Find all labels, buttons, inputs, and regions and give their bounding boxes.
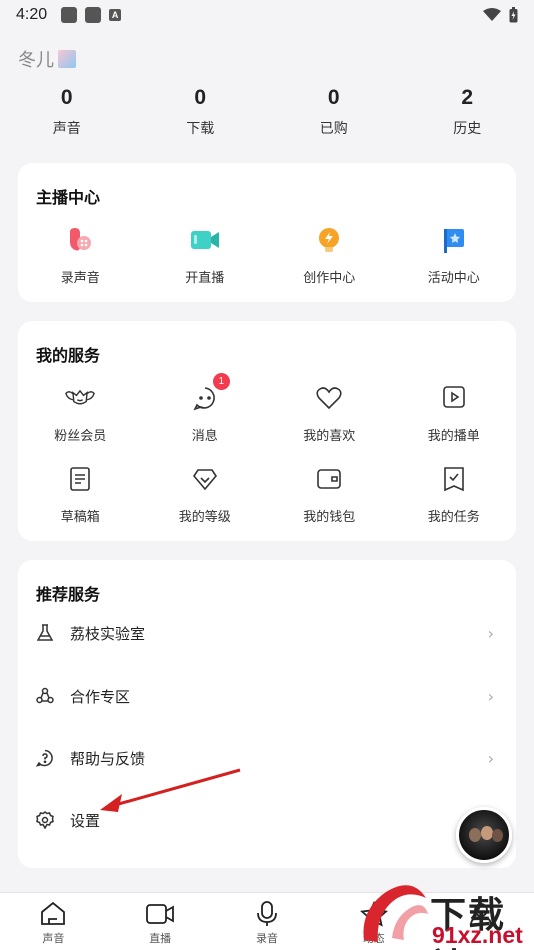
status-bar: 4:20 A bbox=[0, 0, 534, 30]
user-badge-icon bbox=[58, 50, 76, 68]
video-icon bbox=[146, 904, 175, 924]
nav-sounds[interactable]: 声音 bbox=[0, 893, 107, 950]
my-level-button[interactable]: 我的等级 bbox=[143, 464, 268, 525]
watermark-url: 91xz.net bbox=[432, 922, 523, 948]
my-playlist-button[interactable]: 我的播单 bbox=[392, 383, 517, 444]
draft-icon bbox=[65, 464, 95, 494]
nav-label: 直播 bbox=[149, 932, 172, 945]
recommended-services-title: 推荐服务 bbox=[36, 585, 101, 604]
chevron-right-icon: › bbox=[487, 623, 494, 643]
my-tasks-button[interactable]: 我的任务 bbox=[392, 464, 517, 525]
chevron-right-icon: › bbox=[487, 748, 494, 768]
bulb-icon bbox=[314, 225, 344, 255]
diamond-icon bbox=[190, 464, 220, 494]
flag-icon bbox=[439, 225, 469, 255]
live-camera-icon bbox=[190, 225, 220, 255]
activity-center-label: 活动中心 bbox=[427, 271, 480, 286]
heart-icon bbox=[314, 383, 344, 413]
stat-label: 已购 bbox=[319, 121, 348, 137]
my-services-card: 我的服务 粉丝会员 1 消息 我的喜欢 我的播单 草稿箱 我的等级 我的钱包 我… bbox=[18, 321, 516, 541]
stat-history[interactable]: 2 历史 bbox=[401, 86, 534, 138]
stat-downloads[interactable]: 0 下载 bbox=[134, 86, 268, 138]
my-tasks-label: 我的任务 bbox=[427, 510, 480, 525]
user-name[interactable]: 冬儿 bbox=[18, 46, 76, 72]
fan-membership-label: 粉丝会员 bbox=[54, 429, 107, 444]
nav-live[interactable]: 直播 bbox=[107, 893, 214, 950]
stat-value: 0 bbox=[194, 86, 207, 109]
nav-record[interactable]: 录音 bbox=[214, 893, 321, 950]
messages-button[interactable]: 1 消息 bbox=[143, 373, 268, 444]
help-icon bbox=[36, 749, 54, 767]
nav-label: 声音 bbox=[42, 932, 65, 945]
stat-sounds[interactable]: 0 声音 bbox=[0, 86, 134, 138]
creation-center-button[interactable]: 创作中心 bbox=[267, 225, 392, 286]
crown-wings-icon bbox=[65, 383, 96, 413]
cooperation-icon bbox=[36, 687, 54, 705]
recommended-services-card: 推荐服务 荔枝实验室 › 合作专区 › 帮助与反馈 › 设置 bbox=[18, 560, 516, 868]
fan-membership-button[interactable]: 粉丝会员 bbox=[18, 383, 143, 444]
lychee-lab-label: 荔枝实验室 bbox=[70, 624, 146, 643]
drafts-label: 草稿箱 bbox=[60, 510, 100, 525]
start-live-button[interactable]: 开直播 bbox=[143, 225, 268, 286]
creation-center-label: 创作中心 bbox=[303, 271, 356, 286]
message-badge: 1 bbox=[212, 373, 230, 390]
flask-icon bbox=[36, 624, 54, 642]
wifi-icon bbox=[483, 8, 501, 21]
task-icon bbox=[439, 464, 469, 494]
notification-icon bbox=[61, 7, 78, 23]
microphone-icon bbox=[257, 901, 277, 926]
nav-label: 录音 bbox=[255, 932, 278, 945]
settings-row[interactable]: 设置 bbox=[18, 800, 516, 840]
record-voice-icon bbox=[65, 225, 95, 255]
stat-value: 2 bbox=[461, 86, 474, 109]
cooperation-zone-row[interactable]: 合作专区 › bbox=[18, 676, 516, 716]
chevron-right-icon: › bbox=[487, 686, 494, 706]
drafts-button[interactable]: 草稿箱 bbox=[18, 464, 143, 525]
playlist-icon bbox=[439, 383, 469, 413]
record-voice-label: 录声音 bbox=[60, 271, 100, 286]
floating-player-button[interactable] bbox=[456, 807, 512, 863]
anchor-center-card: 主播中心 录声音 开直播 创作中心 活动中心 bbox=[18, 163, 516, 302]
help-feedback-label: 帮助与反馈 bbox=[70, 749, 146, 768]
my-wallet-button[interactable]: 我的钱包 bbox=[267, 464, 392, 525]
stat-label: 历史 bbox=[453, 121, 482, 137]
stat-label: 声音 bbox=[52, 121, 81, 137]
my-likes-label: 我的喜欢 bbox=[303, 429, 356, 444]
lychee-lab-row[interactable]: 荔枝实验室 › bbox=[18, 613, 516, 653]
my-playlist-label: 我的播单 bbox=[427, 429, 480, 444]
wallet-icon bbox=[314, 464, 344, 494]
stat-label: 下载 bbox=[186, 121, 215, 137]
stat-value: 0 bbox=[327, 86, 340, 109]
cooperation-zone-label: 合作专区 bbox=[70, 687, 131, 706]
stat-value: 0 bbox=[60, 86, 73, 109]
settings-icon bbox=[36, 811, 54, 829]
activity-center-button[interactable]: 活动中心 bbox=[392, 225, 517, 286]
messages-label: 消息 bbox=[191, 429, 218, 444]
user-name-text: 冬儿 bbox=[18, 50, 54, 71]
stat-purchased[interactable]: 0 已购 bbox=[267, 86, 401, 138]
status-time: 4:20 bbox=[16, 6, 48, 23]
app-notification-icon: A bbox=[109, 9, 122, 21]
start-live-label: 开直播 bbox=[185, 271, 225, 286]
message-icon: 1 bbox=[190, 373, 230, 413]
stats-row: 0 声音 0 下载 0 已购 2 历史 bbox=[0, 86, 534, 138]
home-icon bbox=[41, 901, 66, 925]
anchor-center-title: 主播中心 bbox=[36, 188, 101, 207]
my-wallet-label: 我的钱包 bbox=[303, 510, 356, 525]
battery-icon bbox=[509, 7, 518, 23]
settings-label: 设置 bbox=[70, 811, 101, 830]
my-services-title: 我的服务 bbox=[36, 346, 101, 365]
notification-icon bbox=[85, 7, 102, 23]
my-level-label: 我的等级 bbox=[178, 510, 231, 525]
my-likes-button[interactable]: 我的喜欢 bbox=[267, 383, 392, 444]
record-voice-button[interactable]: 录声音 bbox=[18, 225, 143, 286]
help-feedback-row[interactable]: 帮助与反馈 › bbox=[18, 738, 516, 778]
